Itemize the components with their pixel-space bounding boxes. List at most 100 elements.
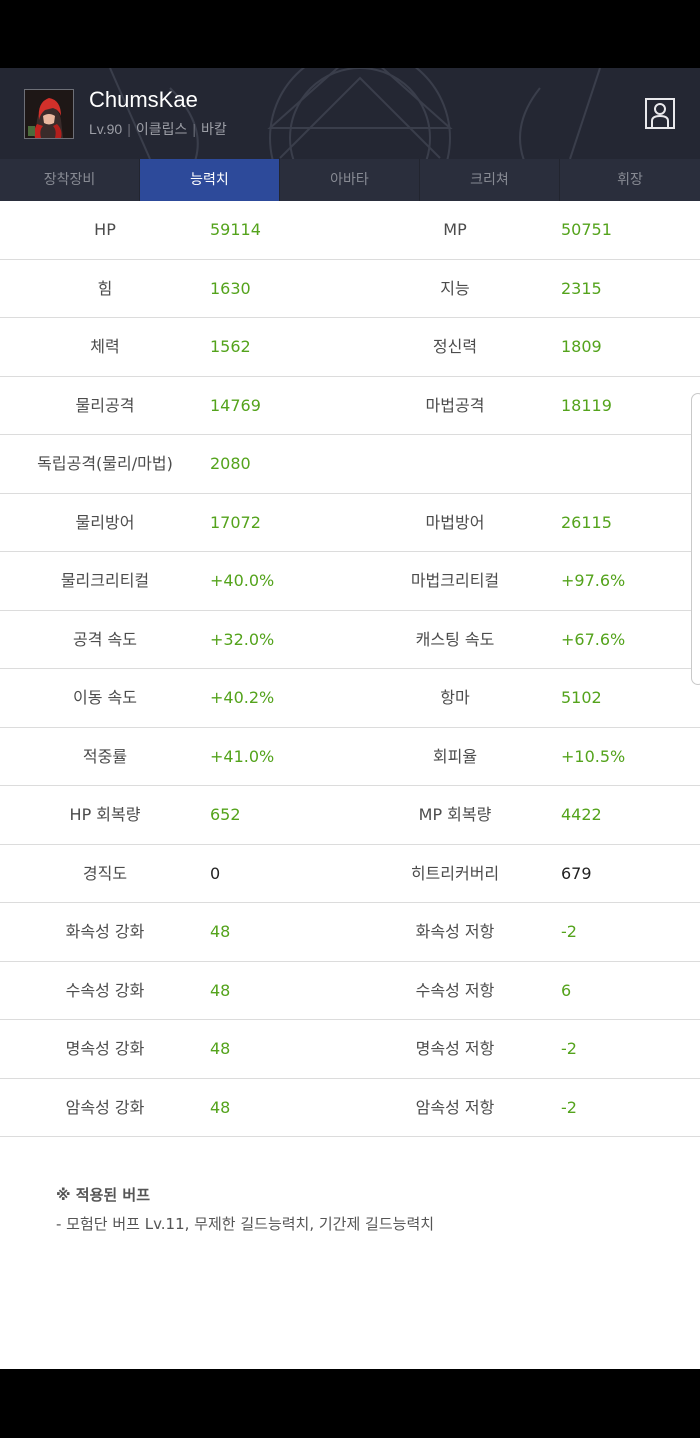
stat-label: 캐스팅 속도 xyxy=(415,629,495,649)
stat-label: 힘 xyxy=(97,278,113,298)
stat-row: HP 59114 MP 50751 xyxy=(0,201,700,260)
stat-label: 암속성 저항 xyxy=(415,1097,495,1117)
tab-bar: 장착장비 능력치 아바타 크리쳐 휘장 xyxy=(0,159,700,201)
stat-label: 회피율 xyxy=(432,746,478,766)
stat-row: 이동 속도 +40.2% 항마 5102 xyxy=(0,669,700,728)
stat-value: +40.0% xyxy=(210,571,275,590)
info-separator: | xyxy=(127,121,131,137)
stat-value: 5102 xyxy=(561,688,602,707)
stat-row: 화속성 강화 48 화속성 저항 -2 xyxy=(0,903,700,962)
stat-label: 마법크리티컬 xyxy=(410,571,500,590)
stat-value: 59114 xyxy=(210,220,261,239)
stat-value: 50751 xyxy=(561,220,612,239)
stat-label: HP 회복량 xyxy=(69,805,141,824)
stat-value: +67.6% xyxy=(561,629,626,649)
stat-label: MP 회복량 xyxy=(418,805,492,824)
stat-value: -2 xyxy=(561,1097,577,1117)
tab-equipment[interactable]: 장착장비 xyxy=(0,159,140,201)
stat-label: 정신력 xyxy=(432,337,478,356)
stat-row: 물리크리티컬 +40.0% 마법크리티컬 +97.6% xyxy=(0,552,700,611)
stat-label: 마법방어 xyxy=(425,512,485,532)
stat-value: 2080 xyxy=(210,454,251,473)
tab-avatar[interactable]: 아바타 xyxy=(280,159,420,201)
stat-value: 18119 xyxy=(561,395,612,415)
stat-value: 48 xyxy=(210,980,231,1000)
stat-label: 항마 xyxy=(440,688,470,707)
character-portrait-icon xyxy=(25,90,73,138)
stat-row: 적중률 +41.0% 회피율 +10.5% xyxy=(0,728,700,786)
status-bar-area xyxy=(0,0,700,68)
stat-label: 화속성 강화 xyxy=(65,922,145,941)
stat-row: HP 회복량 652 MP 회복량 4422 xyxy=(0,786,700,845)
navigation-bar-area xyxy=(0,1369,700,1438)
stat-label: MP xyxy=(443,220,467,239)
header-background-pattern xyxy=(109,68,601,159)
stat-value: +40.2% xyxy=(210,688,275,707)
stat-label: HP xyxy=(94,220,116,239)
stat-label: 경직도 xyxy=(82,863,128,883)
buff-note: ※ 적용된 버프 - 모험단 버프 Lv.11, 무제한 길드능력치, 기간제 … xyxy=(56,1184,434,1234)
stat-value: 14769 xyxy=(210,395,261,415)
stat-value: 1562 xyxy=(210,337,251,356)
character-name: ChumsKae xyxy=(89,87,198,112)
stat-label: 물리공격 xyxy=(75,395,135,415)
stat-label: 적중률 xyxy=(82,746,128,766)
stat-label: 수속성 저항 xyxy=(415,980,495,1000)
stat-label: 암속성 강화 xyxy=(65,1097,145,1117)
stat-value: -2 xyxy=(561,1039,577,1058)
person-outline-icon xyxy=(651,103,669,127)
stat-value: 1809 xyxy=(561,337,602,356)
stat-label: 명속성 강화 xyxy=(65,1039,145,1058)
stats-table: HP 59114 MP 50751 힘 1630 지능 2315 체력 1562 정신력 1809 물리… xyxy=(0,201,700,1137)
stat-value: 4422 xyxy=(561,805,602,824)
stat-value: +97.6% xyxy=(561,571,626,590)
character-level: Lv.90 xyxy=(89,121,123,137)
stat-label: 명속성 저항 xyxy=(415,1039,495,1058)
stat-value: 679 xyxy=(561,863,592,883)
tab-insignia[interactable]: 휘장 xyxy=(560,159,700,201)
stat-row: 물리공격 14769 마법공격 18119 xyxy=(0,377,700,435)
stat-label: 지능 xyxy=(440,278,470,298)
stat-label: 수속성 강화 xyxy=(65,980,145,1000)
stat-label: 공격 속도 xyxy=(73,629,137,649)
stat-label: 물리방어 xyxy=(75,512,135,532)
stat-value: 26115 xyxy=(561,512,612,532)
stat-value: 6 xyxy=(561,980,572,1000)
stat-row: 암속성 강화 48 암속성 저항 -2 xyxy=(0,1079,700,1137)
stat-value: -2 xyxy=(561,922,577,941)
stat-row: 독립공격(물리/마법) 2080 xyxy=(0,435,700,494)
info-separator: | xyxy=(192,121,197,137)
stat-label: 화속성 저항 xyxy=(415,922,495,941)
stat-row: 힘 1630 지능 2315 xyxy=(0,260,700,318)
buff-note-text: - 모험단 버프 Lv.11, 무제한 길드능력치, 기간제 길드능력치 xyxy=(56,1215,435,1233)
stat-value: 2315 xyxy=(561,278,602,298)
stat-row: 명속성 강화 48 명속성 저항 -2 xyxy=(0,1020,700,1079)
profile-button[interactable] xyxy=(645,98,675,129)
stat-value: 17072 xyxy=(210,512,261,532)
stat-label: 이동 속도 xyxy=(73,688,137,707)
character-header: ChumsKae Lv.90 | 이클립스 | 바칼 xyxy=(0,68,700,159)
stat-value: +41.0% xyxy=(210,746,275,766)
tab-stats[interactable]: 능력치 xyxy=(140,159,280,201)
stat-label: 마법공격 xyxy=(425,395,485,415)
stat-value: 1630 xyxy=(210,278,251,298)
stat-value: 48 xyxy=(210,1039,231,1058)
character-avatar xyxy=(24,89,74,139)
stat-value: 0 xyxy=(210,863,221,883)
stat-value: 48 xyxy=(210,1097,231,1117)
stat-label: 물리크리티컬 xyxy=(60,571,150,590)
stat-value: +10.5% xyxy=(561,746,626,766)
stat-row: 수속성 강화 48 수속성 저항 6 xyxy=(0,962,700,1020)
side-scroll-handle[interactable] xyxy=(691,393,700,685)
stat-label: 히트리커버리 xyxy=(410,863,500,883)
stat-value: +32.0% xyxy=(210,629,275,649)
stats-panel: HP 59114 MP 50751 힘 1630 지능 2315 체력 1562 정신력 1809 물리… xyxy=(0,201,700,1369)
stat-row: 경직도 0 히트리커버리 679 xyxy=(0,845,700,903)
stat-label xyxy=(350,435,560,493)
tab-creature[interactable]: 크리쳐 xyxy=(420,159,560,201)
character-info: Lv.90 | 이클립스 | 바칼 xyxy=(89,119,227,139)
stat-row: 공격 속도 +32.0% 캐스팅 속도 +67.6% xyxy=(0,611,700,669)
character-job: 이클립스 xyxy=(135,121,188,137)
stat-row: 물리방어 17072 마법방어 26115 xyxy=(0,494,700,552)
character-server: 바칼 xyxy=(201,121,227,137)
